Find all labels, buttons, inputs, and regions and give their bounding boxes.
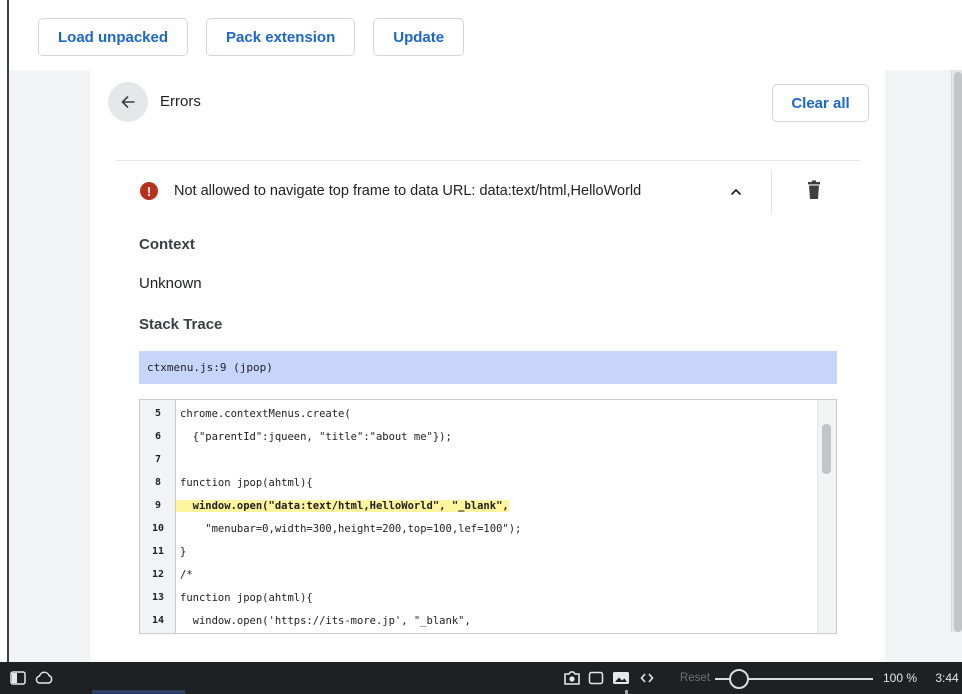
error-entry[interactable]: ! Not allowed to navigate top frame to d… [116, 162, 860, 222]
code-line: 12 /* [140, 565, 820, 584]
taskbar-app-strip [92, 690, 185, 694]
line-number: 6 [154, 431, 162, 442]
line-number: 5 [154, 408, 162, 419]
stack-frame-item[interactable]: ctxmenu.js:9 (jpop) [139, 351, 837, 384]
image-icon[interactable] [612, 670, 630, 686]
cloud-icon[interactable] [34, 670, 54, 686]
code-line-highlighted: 9 window.open("data:text/html,HelloWorld… [140, 496, 820, 515]
line-number: 10 [151, 523, 165, 534]
code-line: 14 window.open('https://its-more.jp', "_… [140, 611, 820, 630]
page-scrollbar-thumb[interactable] [954, 72, 962, 632]
code-line: 13 function jpop(ahtml){ [140, 588, 820, 607]
page-title: Errors [160, 93, 201, 110]
code-text: chrome.contextMenus.create( [180, 407, 351, 420]
stack-trace-label: Stack Trace [139, 316, 223, 333]
update-button[interactable]: Update [373, 18, 465, 56]
error-icon: ! [140, 182, 158, 200]
sidebar-toggle-icon[interactable] [10, 670, 26, 686]
pack-extension-button[interactable]: Pack extension [206, 18, 356, 56]
error-row-separator [771, 170, 772, 214]
back-button[interactable] [108, 82, 148, 122]
code-text: /* [180, 568, 193, 581]
code-brackets-icon[interactable] [640, 670, 654, 686]
errors-card: Errors Clear all ! Not allowed to naviga… [90, 70, 885, 662]
clock: 3:44 [935, 671, 959, 685]
zoom-slider-knob[interactable] [728, 669, 749, 689]
trash-icon[interactable] [804, 180, 824, 202]
camera-icon[interactable] [563, 670, 581, 686]
line-number: 11 [151, 546, 165, 557]
code-text: window.open("data:text/html,HelloWorld",… [176, 499, 509, 512]
context-value: Unknown [139, 275, 202, 292]
code-line: 8 function jpop(ahtml){ [140, 473, 820, 492]
code-text: "menubar=0,width=300,height=200,top=100,… [180, 522, 522, 535]
code-line: 6 {"parentId":jqueen, "title":"about me"… [140, 427, 820, 446]
clear-all-button[interactable]: Clear all [772, 84, 869, 122]
load-unpacked-button[interactable]: Load unpacked [38, 18, 189, 56]
code-line: 7 [140, 450, 820, 469]
code-text: window.open('https://its-more.jp', "_bla… [180, 614, 471, 627]
code-line: 5 chrome.contextMenus.create( [140, 404, 820, 423]
page-background-left [9, 70, 90, 662]
line-number: 12 [151, 569, 165, 580]
arrow-left-icon [121, 96, 135, 108]
header-divider [116, 160, 860, 161]
code-line: 10 "menubar=0,width=300,height=200,top=1… [140, 519, 820, 538]
window-left-edge [0, 0, 9, 662]
line-number: 14 [151, 615, 165, 626]
line-number: 13 [151, 592, 165, 603]
line-number: 9 [154, 500, 162, 511]
code-text: } [180, 545, 187, 558]
context-label: Context [139, 236, 195, 253]
code-line: 11} [140, 542, 820, 561]
error-message: Not allowed to navigate top frame to dat… [174, 183, 642, 199]
code-text: {"parentId":jqueen, "title":"about me"})… [180, 430, 452, 443]
code-scrollbar[interactable] [817, 400, 836, 633]
code-text: function jpop(ahtml){ [180, 591, 313, 604]
window-icon[interactable] [588, 670, 604, 686]
zoom-reset-button[interactable]: Reset [678, 670, 712, 686]
line-number: 7 [154, 454, 162, 465]
code-viewer: 5 chrome.contextMenus.create( 6 {"parentId… [139, 399, 837, 634]
zoom-level: 100 % [882, 671, 918, 685]
line-number: 8 [154, 477, 162, 488]
code-text: function jpop(ahtml){ [180, 476, 313, 489]
code-scrollbar-thumb[interactable] [822, 424, 831, 474]
taskbar-app-strip-divider [625, 690, 628, 694]
chevron-up-icon[interactable] [726, 182, 746, 202]
developer-toolbar: Load unpacked Pack extension Update [38, 18, 465, 56]
